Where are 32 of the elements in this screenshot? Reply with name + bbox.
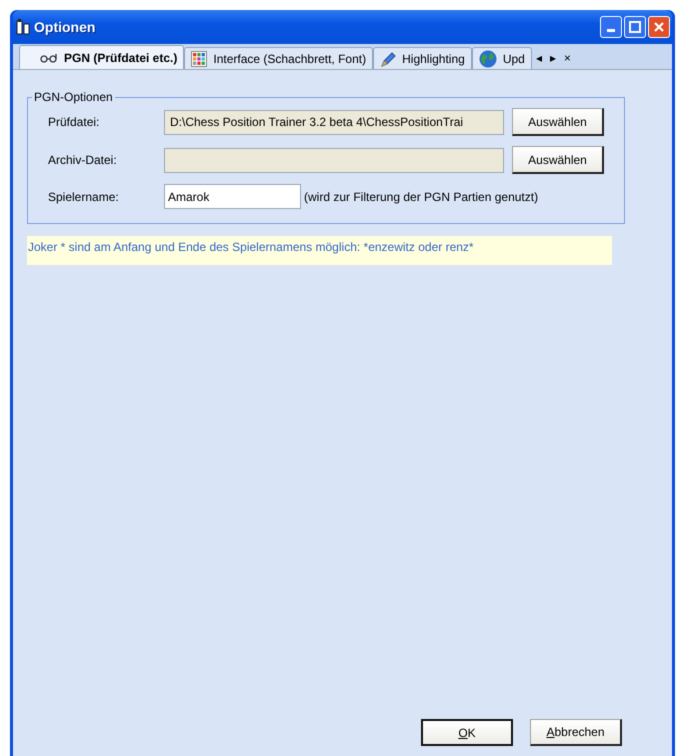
glasses-icon: [40, 52, 58, 62]
tab[interactable]: Upd: [472, 47, 532, 69]
file-path-field[interactable]: [164, 148, 504, 172]
tab-scroll-button[interactable]: ▸: [550, 52, 556, 64]
tab[interactable]: PGN (Prüfdatei etc.): [19, 45, 184, 69]
player-name-field[interactable]: Amarok: [164, 184, 301, 209]
file-path-field[interactable]: D:\Chess Position Trainer 3.2 beta 4\ChessPositionTrai: [164, 110, 504, 134]
tab[interactable]: Highlighting: [373, 47, 472, 69]
maximize-icon: [629, 21, 641, 33]
field-label: Archiv-Datei:: [48, 152, 118, 169]
hint-text: Joker * sind am Anfang und Ende des Spielernamens möglich: *enzewitz oder renz*: [27, 236, 612, 265]
window-title: Optionen: [34, 18, 96, 37]
globe-icon: [478, 50, 497, 68]
field-note: (wird zur Filterung der PGN Partien genutzt): [304, 188, 538, 206]
close-button[interactable]: [648, 16, 670, 38]
color-grid-icon: [191, 50, 208, 66]
minimize-button[interactable]: [600, 16, 622, 38]
maximize-button[interactable]: [624, 16, 646, 38]
tab-scroll-button[interactable]: ◂: [536, 52, 542, 64]
tab-scroll-button[interactable]: ×: [564, 52, 571, 64]
dialog-button[interactable]: Abbrechen: [530, 719, 622, 746]
close-icon: [653, 21, 665, 33]
field-label: Prüfdatei:: [48, 114, 100, 131]
browse-button[interactable]: Auswählen: [512, 146, 604, 174]
minimize-icon: [607, 29, 615, 32]
pen-icon: [380, 50, 396, 66]
field-label: Spielername:: [48, 188, 120, 206]
window-app-icon: [16, 19, 30, 35]
group-title: PGN-Optionen: [33, 89, 114, 106]
browse-button[interactable]: Auswählen: [512, 108, 604, 136]
dialog-button[interactable]: OK: [421, 719, 513, 746]
tab[interactable]: Interface (Schachbrett, Font): [184, 47, 374, 69]
